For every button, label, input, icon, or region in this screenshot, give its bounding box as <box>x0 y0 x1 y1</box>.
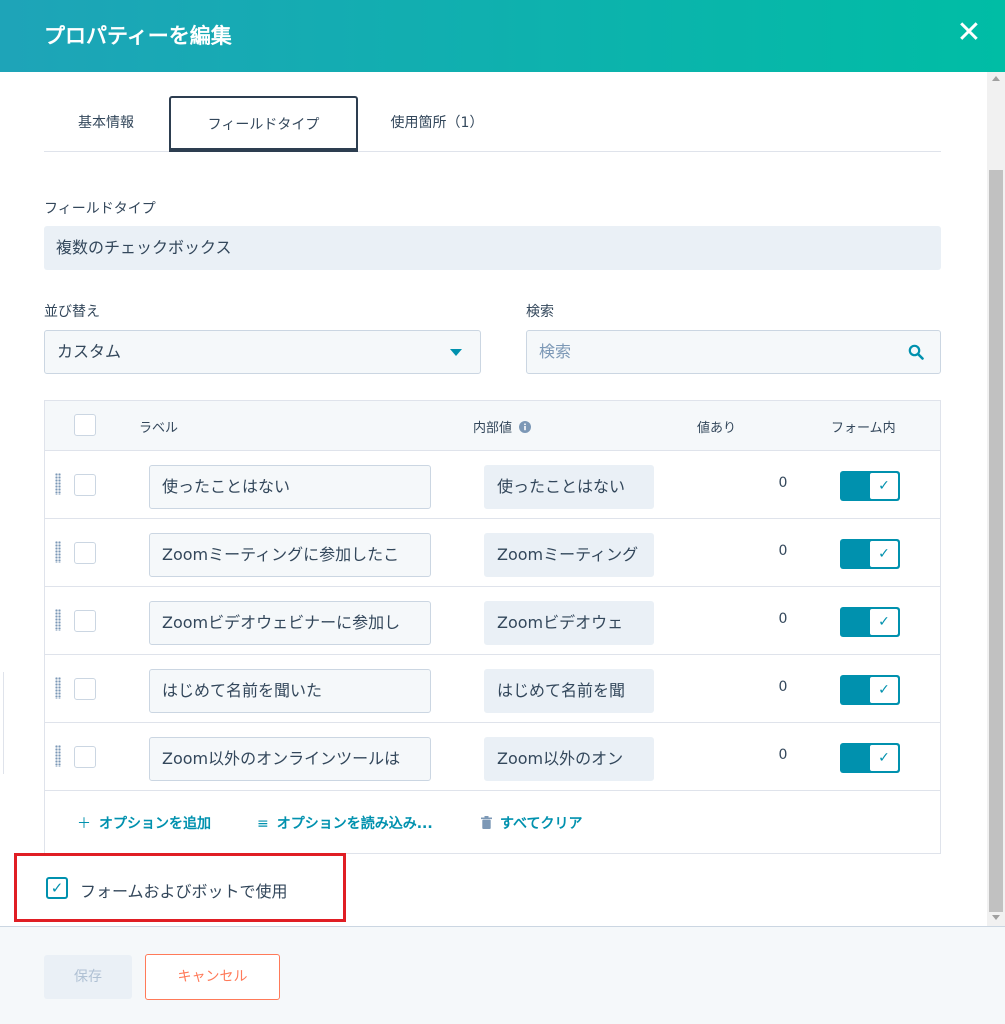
header-label: ラベル <box>139 421 179 436</box>
use-in-forms-label: フォームおよびボットで使用 <box>80 882 288 901</box>
close-icon[interactable]: ✕ <box>952 16 986 50</box>
search-placeholder: 検索 <box>539 342 572 361</box>
scroll-down-icon[interactable] <box>992 915 1000 920</box>
scrollbar[interactable] <box>987 72 1005 926</box>
list-icon: ≡ <box>257 816 269 832</box>
in-form-toggle[interactable]: ✓ <box>840 675 900 705</box>
table-row: Zoom以外のオンラインツールは Zoom以外のオン 0 ✓ <box>45 723 940 791</box>
option-count: 0 <box>778 611 788 627</box>
tab-usage[interactable]: 使用箇所（1） <box>362 96 512 152</box>
clear-all-button[interactable]: すべてクリア <box>481 813 582 833</box>
add-option-label: オプションを追加 <box>99 816 211 832</box>
option-count: 0 <box>778 475 788 491</box>
use-in-forms-checkbox[interactable]: ✓ <box>46 877 68 899</box>
drag-handle-icon[interactable] <box>55 609 61 631</box>
cancel-button[interactable]: キャンセル <box>145 954 280 1000</box>
scroll-up-icon[interactable] <box>992 76 1000 81</box>
tab-field-type[interactable]: フィールドタイプ <box>169 96 358 152</box>
option-internal-value: 使ったことはない <box>484 465 654 509</box>
sort-select-value: カスタム <box>57 342 122 361</box>
info-icon[interactable] <box>519 421 532 433</box>
option-internal-value: Zoomミーティング <box>484 533 654 577</box>
load-options-button[interactable]: ≡ オプションを読み込み... <box>257 813 433 833</box>
clear-all-label: すべてクリア <box>500 816 583 832</box>
options-table: ラベル 内部値 値あり フォーム内 使ったことはない 使ったことはない 0 ✓ … <box>44 400 941 854</box>
option-count: 0 <box>778 747 788 763</box>
row-checkbox[interactable] <box>74 678 96 700</box>
check-icon: ✓ <box>869 472 899 500</box>
left-edge-divider <box>0 672 4 774</box>
field-type-label: フィールドタイプ <box>44 201 156 217</box>
option-label-input[interactable]: Zoomミーティングに参加したこ <box>149 533 431 577</box>
row-checkbox[interactable] <box>74 610 96 632</box>
select-all-checkbox[interactable] <box>74 414 96 436</box>
option-count: 0 <box>778 543 788 559</box>
check-icon: ✓ <box>869 540 899 568</box>
header-in-form: フォーム内 <box>831 421 896 436</box>
drag-handle-icon[interactable] <box>55 745 61 767</box>
tab-basic-info[interactable]: 基本情報 <box>44 96 168 152</box>
tab-bar: 基本情報 フィールドタイプ 使用箇所（1） <box>44 96 941 152</box>
table-actions: ＋ オプションを追加 ≡ オプションを読み込み... すべてクリア <box>45 793 940 853</box>
option-label-input[interactable]: Zoomビデオウェビナーに参加し <box>149 601 431 645</box>
caret-down-icon <box>450 349 462 356</box>
option-internal-value: はじめて名前を聞 <box>484 669 654 713</box>
option-label-input[interactable]: はじめて名前を聞いた <box>149 669 431 713</box>
scrollbar-thumb[interactable] <box>989 170 1003 912</box>
row-checkbox[interactable] <box>74 474 96 496</box>
add-option-button[interactable]: ＋ オプションを追加 <box>77 813 211 833</box>
search-input[interactable]: 検索 <box>526 330 941 374</box>
dialog-footer: 保存 キャンセル <box>0 926 1005 1024</box>
trash-icon <box>481 816 492 829</box>
sort-select[interactable]: カスタム <box>44 330 481 374</box>
search-label: 検索 <box>526 304 554 320</box>
sort-label: 並び替え <box>44 304 100 320</box>
check-icon: ✓ <box>869 744 899 772</box>
option-label-input[interactable]: Zoom以外のオンラインツールは <box>149 737 431 781</box>
option-label-input[interactable]: 使ったことはない <box>149 465 431 509</box>
option-count: 0 <box>778 679 788 695</box>
dialog-header: プロパティーを編集 ✕ <box>0 0 1005 72</box>
check-icon: ✓ <box>869 608 899 636</box>
header-has-value: 値あり <box>697 421 737 436</box>
drag-handle-icon[interactable] <box>55 473 61 495</box>
in-form-toggle[interactable]: ✓ <box>840 471 900 501</box>
in-form-toggle[interactable]: ✓ <box>840 607 900 637</box>
table-row: 使ったことはない 使ったことはない 0 ✓ <box>45 451 940 519</box>
check-icon: ✓ <box>869 676 899 704</box>
header-internal-value-text: 内部値 <box>473 421 513 436</box>
save-button[interactable]: 保存 <box>44 955 132 999</box>
option-internal-value: Zoomビデオウェ <box>484 601 654 645</box>
dialog-title: プロパティーを編集 <box>44 24 232 48</box>
in-form-toggle[interactable]: ✓ <box>840 539 900 569</box>
header-internal-value: 内部値 <box>473 417 532 436</box>
load-options-label: オプションを読み込み... <box>276 816 433 832</box>
table-row: Zoomビデオウェビナーに参加し Zoomビデオウェ 0 ✓ <box>45 587 940 655</box>
table-header: ラベル 内部値 値あり フォーム内 <box>45 401 940 451</box>
row-checkbox[interactable] <box>74 542 96 564</box>
option-internal-value: Zoom以外のオン <box>484 737 654 781</box>
drag-handle-icon[interactable] <box>55 541 61 563</box>
drag-handle-icon[interactable] <box>55 677 61 699</box>
plus-icon: ＋ <box>77 816 91 832</box>
search-icon[interactable] <box>908 344 924 360</box>
row-checkbox[interactable] <box>74 746 96 768</box>
in-form-toggle[interactable]: ✓ <box>840 743 900 773</box>
table-row: はじめて名前を聞いた はじめて名前を聞 0 ✓ <box>45 655 940 723</box>
field-type-value: 複数のチェックボックス <box>44 226 941 270</box>
table-row: Zoomミーティングに参加したこ Zoomミーティング 0 ✓ <box>45 519 940 587</box>
